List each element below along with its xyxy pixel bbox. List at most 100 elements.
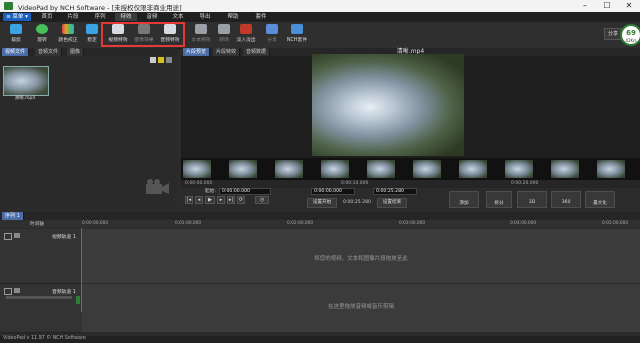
start-time-field[interactable]: 0:00:00.000 xyxy=(219,188,271,195)
bin-tabs: 视频文件 音频文件 图像 xyxy=(0,48,177,56)
tab-audio-files[interactable]: 音频文件 xyxy=(35,48,63,56)
fade-button[interactable]: 淡入淡出 xyxy=(232,24,260,46)
status-text: VideoPad v 11.97 © NCH Software xyxy=(3,336,86,341)
film-frame xyxy=(367,160,395,178)
start-label: 起始: xyxy=(205,189,216,194)
film-frame xyxy=(183,160,211,178)
menu-suite[interactable]: 套件 xyxy=(250,13,272,21)
play-button[interactable]: ▶ xyxy=(205,196,215,204)
ruler-tick: 0:01:00.000 xyxy=(175,221,202,226)
nch-suite-button[interactable]: NCH套件 xyxy=(283,24,311,46)
clip-time-ruler: 0:00:00.000 0:00:10.000 0:00:20.000 xyxy=(181,180,640,188)
menu-clip[interactable]: 片段 xyxy=(62,13,84,21)
clip-thumbnail[interactable] xyxy=(3,66,49,96)
3d-label: 3D xyxy=(528,200,536,205)
audio-level-meter xyxy=(76,296,80,304)
current-time-field[interactable]: 0:00:00.000 xyxy=(311,188,355,195)
sequence-tabs: 序列 1 xyxy=(0,212,640,220)
timeline-playhead[interactable] xyxy=(81,228,82,312)
step-forward-button[interactable]: ▸ xyxy=(217,196,225,204)
camera-icon xyxy=(146,179,169,194)
rotate-icon xyxy=(36,24,48,34)
speed-button[interactable]: ◷ xyxy=(255,196,269,204)
add-button[interactable]: 添加 xyxy=(449,191,479,208)
video-track-label: 视频轨道 1 xyxy=(52,235,76,240)
duration-value: 0:00:25.280 xyxy=(343,200,371,205)
audio-track-header: 音频轨道 1 xyxy=(0,284,82,333)
minimize-button[interactable]: – xyxy=(574,0,596,12)
share-toolbar-button[interactable]: 分享 xyxy=(258,24,286,46)
progress-speed: 42K/s xyxy=(625,38,637,43)
split-label: 拆分 xyxy=(494,201,504,206)
360-button[interactable]: 360 xyxy=(551,191,581,208)
step-back-button[interactable]: ◂ xyxy=(195,196,203,204)
tab-sequence-1[interactable]: 序列 1 xyxy=(2,212,24,220)
go-start-button[interactable]: |◂ xyxy=(185,196,193,204)
tab-images[interactable]: 图像 xyxy=(67,48,85,56)
clip-filmstrip[interactable] xyxy=(181,158,640,182)
rotate-button[interactable]: 旋转 xyxy=(28,24,56,46)
network-speed-indicator: 69 42K/s xyxy=(620,24,640,46)
clip-name: 清晰.mp4 xyxy=(14,96,36,101)
crop-icon xyxy=(10,24,22,34)
track-collapse-icon[interactable] xyxy=(4,233,12,240)
ruler-tick: 0:05:00.000 xyxy=(602,221,629,226)
audio-drop-hint: 在这里拖放音频或音乐剪辑 xyxy=(327,304,394,310)
split-button[interactable]: 拆分 xyxy=(486,191,512,208)
tab-video-files[interactable]: 视频文件 xyxy=(2,48,30,56)
set-end-label: 设置结束 xyxy=(382,200,402,205)
go-end-button[interactable]: ▸| xyxy=(227,196,235,204)
track-visibility-icon[interactable] xyxy=(14,233,20,238)
menu-text[interactable]: 文本 xyxy=(167,13,189,21)
track-collapse-icon[interactable] xyxy=(4,288,12,295)
set-end-button[interactable]: 设置结束 xyxy=(377,198,407,208)
clip-timecode: 0:00:00.000 xyxy=(185,181,213,186)
stabilize-icon xyxy=(86,24,98,34)
text-effects-icon xyxy=(195,24,207,34)
transport-controls: |◂ ◂ ▶ ▸ ▸| ⟳ ◷ 起始: 0:00:00.000 0:00:00.… xyxy=(181,188,640,210)
clip-timecode: 0:00:10.000 xyxy=(341,181,369,186)
film-frame xyxy=(229,160,257,178)
set-start-button[interactable]: 设置开始 xyxy=(307,198,337,208)
360-label: 360 xyxy=(561,200,571,205)
maximize-preview-button[interactable]: 最大化 xyxy=(585,191,615,208)
bin-view-icon[interactable] xyxy=(166,57,172,63)
bin-delete-icon[interactable] xyxy=(150,57,156,63)
end-time-field[interactable]: 0:00:25.280 xyxy=(373,188,417,195)
video-preview-frame[interactable] xyxy=(312,54,464,156)
film-frame xyxy=(597,160,625,178)
ruler-tick: 0:03:00.000 xyxy=(399,221,426,226)
maximize-label: 最大化 xyxy=(593,201,607,206)
window-title: VideoPad by NCH Software - [未授权仅限非商业用途] xyxy=(18,4,182,12)
timeline-ruler[interactable]: 0:00:00.000 0:01:00.000 0:02:00.000 0:03… xyxy=(82,221,640,228)
audio-track-lane[interactable]: 在这里拖放音频或音乐剪辑 xyxy=(82,284,640,332)
main-menu-button[interactable]: ≡ 菜单 ▾ xyxy=(3,13,31,21)
film-frame xyxy=(505,160,533,178)
status-bar: VideoPad v 11.97 © NCH Software xyxy=(0,336,640,343)
menu-home[interactable]: 首页 xyxy=(36,13,58,21)
film-frame xyxy=(551,160,579,178)
ruler-tick: 0:02:00.000 xyxy=(287,221,314,226)
maximize-button[interactable]: ☐ xyxy=(596,0,618,12)
title-bar: VideoPad by NCH Software - [未授权仅限非商业用途] … xyxy=(0,0,640,12)
video-track-lane[interactable]: 将您的视频、文本和图像片段拖放至此 xyxy=(82,229,640,283)
menu-help[interactable]: 帮助 xyxy=(222,13,244,21)
film-frame xyxy=(275,160,303,178)
share-icon xyxy=(266,24,278,34)
bin-folder-icon[interactable] xyxy=(158,57,164,63)
menu-effects[interactable]: 特效 xyxy=(115,13,137,21)
menu-export[interactable]: 导出 xyxy=(194,13,216,21)
audio-volume-slider[interactable] xyxy=(6,296,72,299)
app-logo-icon xyxy=(4,2,13,10)
close-button[interactable]: ✕ xyxy=(618,0,640,12)
menu-sequence[interactable]: 序列 xyxy=(89,13,111,21)
loop-button[interactable]: ⟳ xyxy=(237,196,245,204)
crop-button[interactable]: 裁剪 xyxy=(2,24,30,46)
add-label: 添加 xyxy=(459,201,469,206)
progress-value: 69 xyxy=(626,29,636,37)
film-frame xyxy=(459,160,487,178)
menu-audio[interactable]: 音频 xyxy=(141,13,163,21)
speaker-icon[interactable] xyxy=(14,288,20,293)
audio-track-label: 音频轨道 1 xyxy=(52,290,76,295)
3d-button[interactable]: 3D xyxy=(517,191,547,208)
